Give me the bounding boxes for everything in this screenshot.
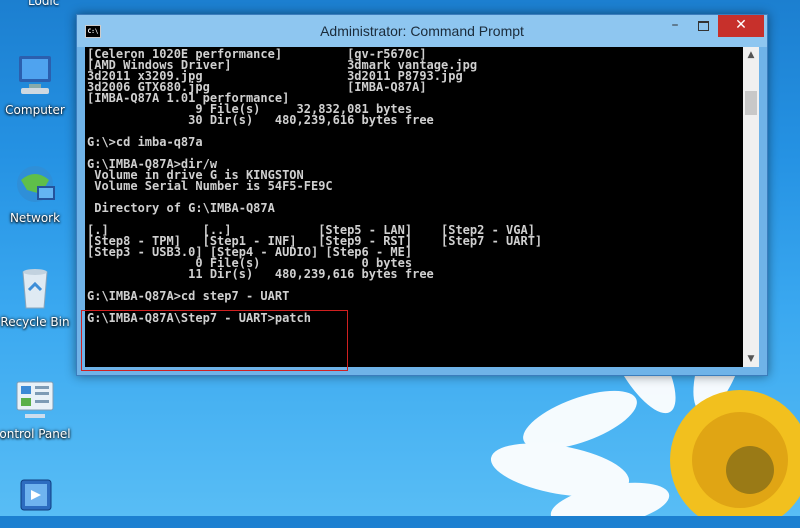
desktop-icon-label: Network bbox=[9, 211, 61, 225]
scroll-up-arrow-icon[interactable]: ▲ bbox=[743, 47, 759, 63]
console-line: Directory of G:\IMBA-Q87A bbox=[87, 201, 275, 215]
desktop-icon-control-panel[interactable]: ontrol Panel bbox=[0, 376, 71, 441]
scroll-down-arrow-icon[interactable]: ▼ bbox=[743, 351, 759, 367]
console-line: G:\IMBA-Q87A>cd step7 - UART bbox=[87, 289, 290, 303]
desktop-icon-label: Computer bbox=[5, 103, 65, 117]
window-titlebar[interactable]: C:\ Administrator: Command Prompt – ✕ bbox=[77, 15, 767, 47]
console-line: 30 Dir(s) 480,239,616 bytes free bbox=[87, 113, 434, 127]
console-line: 11 Dir(s) 480,239,616 bytes free bbox=[87, 267, 434, 281]
network-icon bbox=[11, 160, 59, 208]
desktop-icon-label: Recycle Bin bbox=[0, 315, 70, 329]
close-button[interactable]: ✕ bbox=[718, 15, 764, 37]
desktop-icon-network[interactable]: Network bbox=[0, 160, 70, 225]
red-highlight-box bbox=[81, 310, 348, 371]
computer-icon bbox=[11, 52, 59, 100]
desktop-icon-computer[interactable]: Computer bbox=[0, 52, 70, 117]
control-panel-icon bbox=[11, 376, 59, 424]
scroll-thumb[interactable] bbox=[745, 91, 757, 115]
recycle-bin-icon bbox=[11, 264, 59, 312]
console-line: G:\>cd imba-q87a bbox=[87, 135, 203, 149]
console-line: Volume Serial Number is 54F5-FE9C bbox=[87, 179, 333, 193]
desktop-icon-shortcut[interactable] bbox=[0, 476, 70, 527]
minimize-button[interactable]: – bbox=[662, 15, 688, 37]
desktop-icon-recycle-bin[interactable]: Recycle Bin bbox=[0, 264, 70, 329]
maximize-button[interactable] bbox=[690, 15, 716, 37]
console-text: [Celeron 1020E performance] [gv-r5670c][… bbox=[85, 47, 743, 326]
desktop-top-label: Lodic bbox=[28, 0, 60, 8]
desktop-icon-label: ontrol Panel bbox=[0, 427, 71, 441]
vertical-scrollbar[interactable]: ▲ ▼ bbox=[743, 47, 759, 367]
shortcut-icon bbox=[11, 476, 59, 524]
